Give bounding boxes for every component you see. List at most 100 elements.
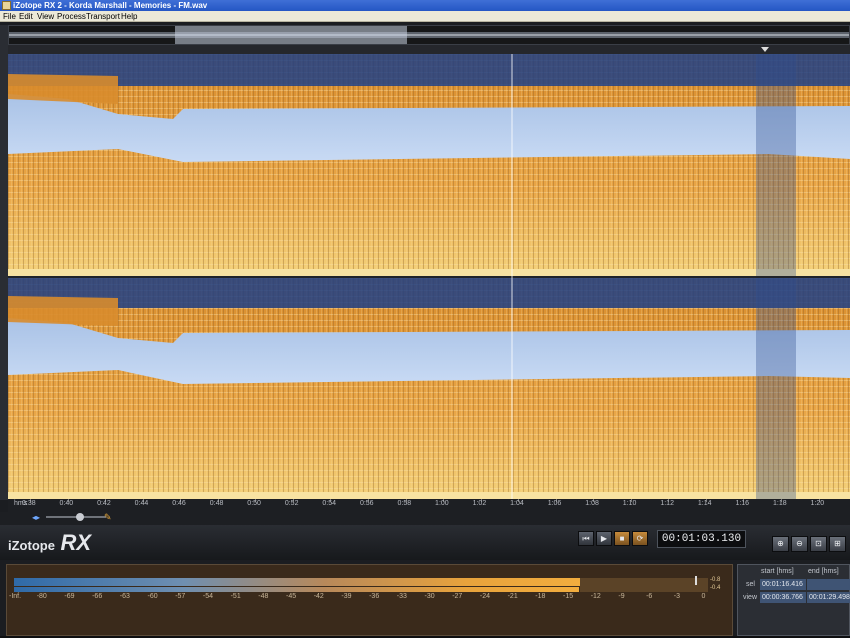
time-tick-label: 1:12 xyxy=(660,500,674,507)
loop-icon: ⟳ xyxy=(636,534,644,543)
title-bar: iZotope RX 2 - Korda Marshall - Memories… xyxy=(0,0,850,11)
skip-to-start-button[interactable]: ⏮ xyxy=(578,531,594,546)
sel-row-label: sel xyxy=(746,581,755,588)
time-tick-label: 1:18 xyxy=(773,500,787,507)
zoom-out-arrows-icon[interactable]: ◂▸ xyxy=(32,513,40,522)
zoom-out-button[interactable]: ⊖ xyxy=(791,536,808,552)
meter-scale-label: -6 xyxy=(646,593,653,600)
meter-scale-label: -48 xyxy=(258,593,269,600)
meter-scale-label: -24 xyxy=(479,593,491,600)
meter-scale-label: -39 xyxy=(341,593,352,600)
menu-transport[interactable]: Transport xyxy=(86,11,120,22)
meter-scale-label: -80 xyxy=(36,593,47,600)
spectrogram-display[interactable] xyxy=(8,54,850,499)
time-tick-label: 1:10 xyxy=(622,500,637,507)
loop-button[interactable]: ⟳ xyxy=(632,531,648,546)
magnifier-full-icon: ⊞ xyxy=(834,539,841,548)
meter-scale-label: -30 xyxy=(424,593,435,600)
stop-button[interactable]: ■ xyxy=(614,531,630,546)
menu-process[interactable]: Process xyxy=(57,11,86,22)
time-tick-label: 0:44 xyxy=(134,500,149,507)
meter-scale-label: 0 xyxy=(701,593,706,600)
meter-scale-label: -51 xyxy=(230,593,241,600)
view-end-field[interactable]: 00:01:29.498 xyxy=(807,592,850,603)
sel-start-field[interactable]: 00:01:16.416 xyxy=(760,579,806,590)
window-title: iZotope RX 2 - Korda Marshall - Memories… xyxy=(13,1,208,10)
channel-1-spectrum xyxy=(8,54,850,276)
menu-bar: File Edit View Process Transport Help xyxy=(0,11,850,22)
menu-file[interactable]: File xyxy=(3,11,16,22)
time-tick-label: 0:48 xyxy=(209,500,224,507)
time-tick-label: 1:00 xyxy=(435,500,449,507)
meter-scale-label: -42 xyxy=(313,593,324,600)
time-tick-label: 1:06 xyxy=(547,500,562,507)
zoom-full-button[interactable]: ⊞ xyxy=(829,536,846,552)
meter-headroom xyxy=(580,578,708,592)
meter-bar-left xyxy=(14,578,580,586)
pencil-icon[interactable]: ✎ xyxy=(104,512,112,523)
left-edge-panel xyxy=(0,25,8,500)
play-button[interactable]: ▶ xyxy=(596,531,612,546)
zoom-slider-row xyxy=(0,512,850,525)
meter-scale-label: -63 xyxy=(119,593,130,600)
time-tick-label: 1:02 xyxy=(472,500,487,507)
magnifier-selection-icon: ⊡ xyxy=(815,539,822,548)
meter-scale-label: -9 xyxy=(618,593,625,600)
meter-scale-label: -12 xyxy=(590,593,601,600)
meter-scale-label: -45 xyxy=(286,593,297,600)
time-tick-label: 1:08 xyxy=(585,500,599,507)
time-axis: hms 0:38 0:40 0:42 0:44 0:46 0:48 0:50 0:52 0:54… xyxy=(8,499,850,512)
meter-scale-label: -36 xyxy=(369,593,380,600)
time-tick-label: 0:38 xyxy=(22,500,36,507)
time-tick-label: 1:16 xyxy=(735,500,750,507)
meter-scale-label: -54 xyxy=(202,593,214,600)
menu-edit[interactable]: Edit xyxy=(19,11,33,22)
menu-help[interactable]: Help xyxy=(121,11,137,22)
time-tick-label: 0:42 xyxy=(97,500,111,507)
top-ruler xyxy=(8,45,850,54)
selection-end-header: end [hms] xyxy=(808,568,839,575)
time-tick-label: 1:14 xyxy=(697,500,712,507)
time-tick-label: 1:20 xyxy=(810,500,825,507)
meter-scale-label: -69 xyxy=(64,593,75,600)
meter-scale-label: -15 xyxy=(563,593,574,600)
meter-bar-right xyxy=(14,587,579,592)
time-tick-label: 0:56 xyxy=(359,500,374,507)
zoom-selection-button[interactable]: ⊡ xyxy=(810,536,827,552)
overview-waveform[interactable] xyxy=(8,25,850,45)
skip-start-icon: ⏮ xyxy=(582,534,590,543)
magnifier-plus-icon: ⊕ xyxy=(777,539,784,548)
stop-icon: ■ xyxy=(619,534,625,543)
play-icon: ▶ xyxy=(600,534,608,543)
meter-scale-label: -33 xyxy=(396,593,407,600)
channel-2-spectrum xyxy=(8,278,850,499)
meter-scale-label: -18 xyxy=(535,593,546,600)
izotope-rx-logo: iZotope RX xyxy=(8,530,92,555)
menu-view[interactable]: View xyxy=(37,11,54,22)
playhead-marker-icon[interactable] xyxy=(761,47,769,52)
time-tick-label: 0:52 xyxy=(284,500,299,507)
zoom-slider-knob[interactable] xyxy=(76,513,84,521)
peak-hold-marker xyxy=(695,576,697,585)
meter-scale-label: -57 xyxy=(175,593,186,600)
meter-scale-label: -3 xyxy=(673,593,681,600)
meter-scale-label: -21 xyxy=(507,593,518,600)
sel-end-field[interactable] xyxy=(807,579,850,590)
time-tick-label: 0:46 xyxy=(172,500,186,507)
peak-left-value: -0.8 xyxy=(710,577,721,583)
view-start-field[interactable]: 00:00:36.766 xyxy=(760,592,806,603)
meter-scale-label: -60 xyxy=(147,593,158,600)
meter-scale-label: -27 xyxy=(452,593,463,600)
time-tick-label: 0:58 xyxy=(397,500,412,507)
level-meter-panel xyxy=(6,564,733,636)
overview-view-region[interactable] xyxy=(175,26,407,44)
app-icon xyxy=(2,1,11,10)
selection-start-header: start [hms] xyxy=(761,568,794,575)
zoom-in-button[interactable]: ⊕ xyxy=(772,536,789,552)
magnifier-minus-icon: ⊖ xyxy=(796,539,803,548)
meter-scale-label: -66 xyxy=(92,593,103,600)
time-tick-label: 0:54 xyxy=(322,500,337,507)
timecode-display: 00:01:03.130 xyxy=(657,530,746,548)
peak-right-value: -0.4 xyxy=(710,585,721,591)
meter-scale-label: -Inf. xyxy=(9,593,22,600)
